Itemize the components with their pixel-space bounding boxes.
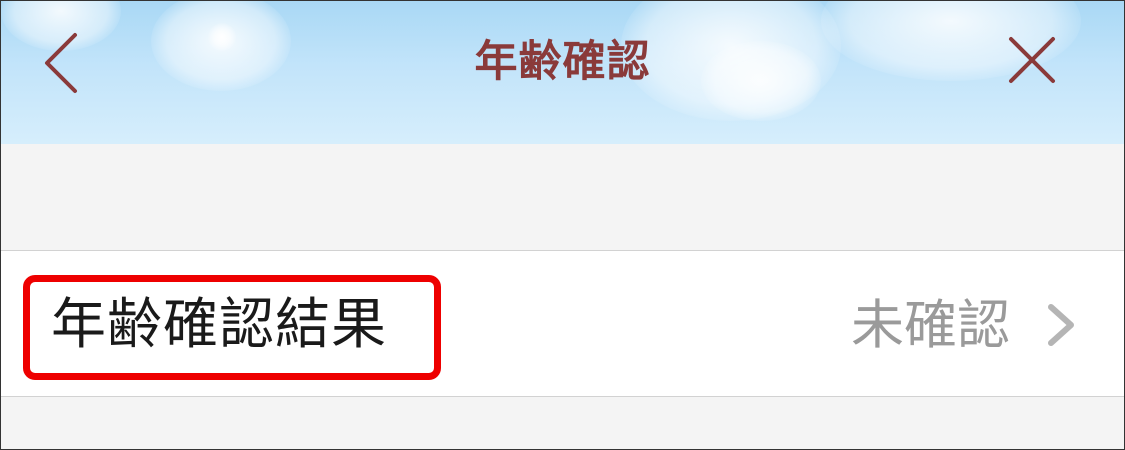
page-title: 年齢確認 xyxy=(474,37,651,87)
close-button[interactable] xyxy=(1003,31,1063,91)
app-screen: 年齢確認 年齢確認結果 未確認 xyxy=(0,0,1125,450)
close-icon xyxy=(1009,37,1055,83)
chevron-right-icon xyxy=(1048,304,1074,346)
status-value: 未確認 xyxy=(851,295,1010,356)
row-label: 年齢確認結果 xyxy=(51,292,388,356)
navigation-header: 年齢確認 xyxy=(1,1,1124,144)
age-verification-result-row[interactable]: 年齢確認結果 未確認 xyxy=(1,250,1124,397)
